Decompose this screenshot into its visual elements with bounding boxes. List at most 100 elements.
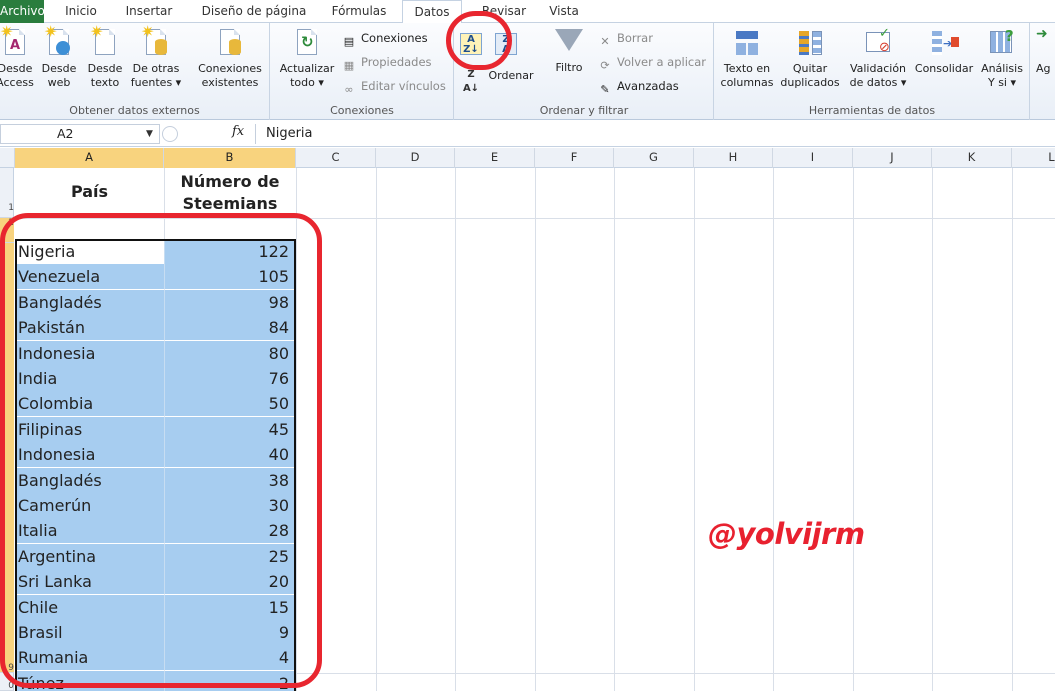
- cell-count[interactable]: 80: [164, 340, 295, 366]
- cell-country[interactable]: Bangladés: [15, 467, 164, 493]
- sort-z-a-button[interactable]: ZA: [493, 33, 519, 57]
- properties-button[interactable]: ▦ Propiedades: [341, 52, 432, 72]
- cell-country[interactable]: Italia: [15, 518, 164, 544]
- cell-country[interactable]: India: [15, 366, 164, 391]
- cell-count[interactable]: 15: [164, 594, 295, 620]
- other-sources-button[interactable]: ✷ De otras fuentes ▾: [128, 24, 184, 90]
- database-icon: ✷: [141, 24, 171, 59]
- refresh-icon: ↻: [292, 27, 322, 59]
- properties-icon: ▦: [343, 59, 355, 72]
- edit-links-button[interactable]: ∞ Editar vínculos: [341, 76, 445, 96]
- cell-count[interactable]: 76: [164, 366, 295, 391]
- row-header-selected-range[interactable]: [0, 243, 14, 673]
- refresh-all-button[interactable]: ↻ Actualizar todo ▾: [277, 27, 337, 90]
- column-header-d[interactable]: D: [376, 148, 455, 168]
- tab-archivo[interactable]: Archivo: [0, 0, 45, 23]
- tab-insertar[interactable]: Insertar: [118, 0, 180, 23]
- cell-country[interactable]: Colombia: [15, 391, 164, 417]
- cell-country[interactable]: Túnez: [15, 670, 164, 691]
- column-headers: A B C D E F G H I J K L: [0, 148, 1055, 168]
- sort-a-z-button[interactable]: A Z↓: [458, 33, 484, 57]
- cell-country[interactable]: Nigeria: [15, 239, 164, 264]
- cell-area[interactable]: País Número de Steemians Nigeria 122 Venez…: [15, 168, 1055, 691]
- advanced-filter-button[interactable]: ✎ Avanzadas: [597, 76, 678, 96]
- from-text-button[interactable]: ✷ Desde texto: [84, 24, 126, 90]
- tab-vista[interactable]: Vista: [542, 0, 586, 23]
- tab-inicio[interactable]: Inicio: [58, 0, 104, 23]
- group-label-external: Obtener datos externos: [69, 104, 200, 117]
- cell-count[interactable]: 40: [164, 442, 295, 468]
- row-header-2[interactable]: 2: [0, 218, 14, 243]
- cell-count[interactable]: 20: [164, 569, 295, 595]
- insert-function-icon[interactable]: fx: [232, 124, 244, 139]
- column-header-b[interactable]: B: [164, 148, 296, 168]
- row-header-19[interactable]: 9: [0, 648, 14, 673]
- clear-filter-button[interactable]: ✕ Borrar: [597, 28, 653, 48]
- tab-formulas[interactable]: Fórmulas: [326, 0, 392, 23]
- cell-country[interactable]: Venezuela: [15, 264, 164, 290]
- column-header-f[interactable]: F: [535, 148, 614, 168]
- tab-revisar[interactable]: Revisar: [472, 0, 536, 23]
- text-to-columns-button[interactable]: Texto en columnas: [717, 27, 777, 90]
- cell-count[interactable]: 4: [164, 645, 295, 671]
- column-header-k[interactable]: K: [932, 148, 1012, 168]
- column-header-h[interactable]: H: [694, 148, 773, 168]
- what-if-analysis-button[interactable]: ? Análisis Y si ▾: [977, 27, 1027, 90]
- header-cell-steemians[interactable]: Número de Steemians: [164, 171, 296, 219]
- column-header-l[interactable]: L: [1012, 148, 1055, 168]
- data-validation-button[interactable]: ⊘ ✓ Validación de datos ▾: [845, 27, 911, 90]
- cell-country[interactable]: Indonesia: [15, 340, 164, 366]
- cell-count[interactable]: 45: [164, 416, 295, 442]
- tab-diseno-pagina[interactable]: Diseño de página: [195, 0, 313, 23]
- column-header-c[interactable]: C: [296, 148, 376, 168]
- cell-count[interactable]: 98: [164, 289, 295, 315]
- cell-country[interactable]: Rumania: [15, 645, 164, 671]
- group-outline-button[interactable]: ➜ Ag: [1036, 27, 1055, 76]
- remove-duplicates-button[interactable]: Quitar duplicados: [777, 27, 843, 90]
- cell-count[interactable]: 9: [164, 620, 295, 645]
- cell-country[interactable]: Indonesia: [15, 442, 164, 468]
- from-web-button[interactable]: ✷ Desde web: [38, 24, 80, 90]
- existing-connections-button[interactable]: Conexiones existentes: [194, 27, 266, 90]
- cell-count[interactable]: 30: [164, 493, 295, 518]
- what-if-icon: ?: [987, 27, 1017, 59]
- cell-count[interactable]: 84: [164, 315, 295, 341]
- filter-button[interactable]: Filtro: [549, 29, 589, 75]
- cell-country[interactable]: Argentina: [15, 543, 164, 569]
- cell-count[interactable]: 105: [164, 264, 295, 290]
- cell-country[interactable]: Brasil: [15, 620, 164, 645]
- column-header-i[interactable]: I: [773, 148, 853, 168]
- column-header-j[interactable]: J: [853, 148, 932, 168]
- column-header-a[interactable]: A: [15, 148, 164, 168]
- tab-datos[interactable]: Datos: [402, 0, 462, 24]
- column-header-e[interactable]: E: [455, 148, 535, 168]
- column-header-g[interactable]: G: [614, 148, 694, 168]
- name-box[interactable]: A2: [0, 124, 160, 144]
- sort-small-icon: Z A↓: [462, 69, 480, 94]
- connections-button[interactable]: ▤ Conexiones: [341, 28, 428, 48]
- cell-country[interactable]: Bangladés: [15, 289, 164, 315]
- cell-count[interactable]: 38: [164, 467, 295, 493]
- cell-country[interactable]: Sri Lanka: [15, 569, 164, 595]
- consolidate-button[interactable]: ➔ Consolidar: [913, 27, 975, 76]
- chevron-down-icon[interactable]: ▼: [146, 129, 153, 139]
- header-cell-pais[interactable]: País: [15, 182, 164, 201]
- cell-country[interactable]: Camerún: [15, 493, 164, 518]
- sort-a-z-icon: A Z↓: [460, 33, 482, 55]
- select-all-corner[interactable]: [0, 148, 15, 168]
- cell-count[interactable]: 28: [164, 518, 295, 544]
- data-validation-icon: ⊘ ✓: [863, 27, 893, 59]
- sort-button[interactable]: Ordenar: [485, 69, 537, 83]
- from-access-button[interactable]: ✷A Desde Access: [0, 24, 34, 90]
- row-header-1[interactable]: 1: [0, 168, 14, 218]
- cell-count[interactable]: 122: [164, 239, 295, 264]
- row-header-20[interactable]: 0: [0, 674, 14, 691]
- cell-country[interactable]: Pakistán: [15, 315, 164, 341]
- reapply-button[interactable]: ⟳ Volver a aplicar: [597, 52, 706, 72]
- cell-country[interactable]: Chile: [15, 594, 164, 620]
- cell-count[interactable]: 50: [164, 391, 295, 417]
- cell-country[interactable]: Filipinas: [15, 416, 164, 442]
- cell-count[interactable]: 2: [164, 670, 295, 691]
- formula-input[interactable]: Nigeria: [255, 124, 1055, 144]
- cell-count[interactable]: 25: [164, 543, 295, 569]
